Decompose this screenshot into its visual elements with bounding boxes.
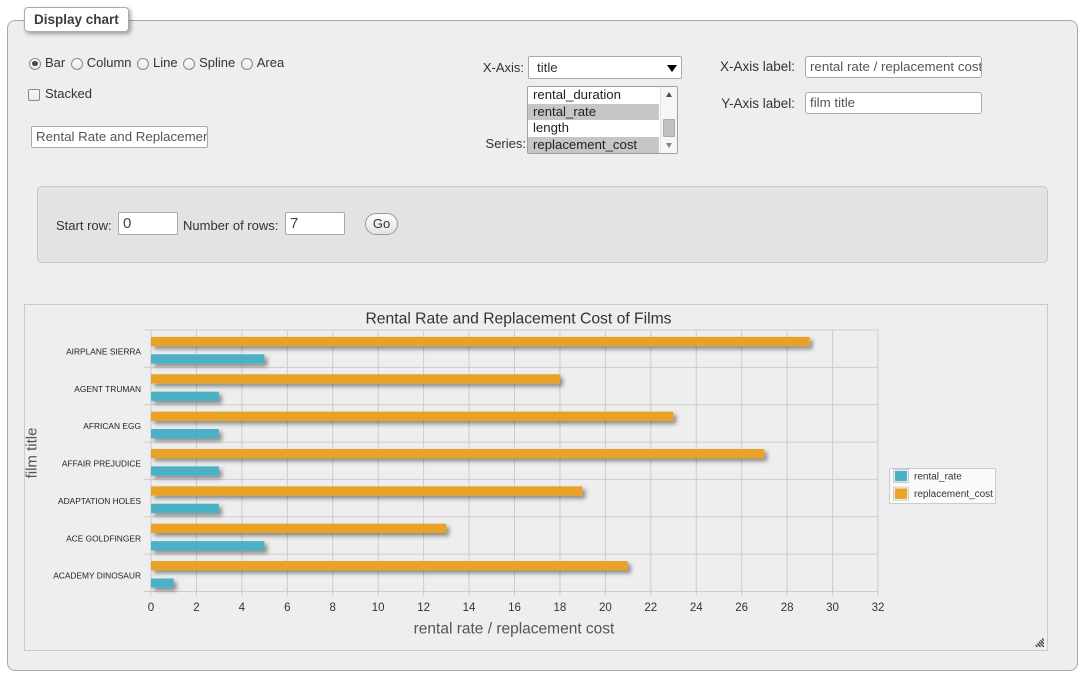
svg-text:10: 10 <box>372 602 385 614</box>
svg-text:AIRPLANE SIERRA: AIRPLANE SIERRA <box>66 347 141 357</box>
svg-text:22: 22 <box>644 602 657 614</box>
svg-text:film title: film title <box>25 428 41 479</box>
svg-text:Rental Rate and Replacement Co: Rental Rate and Replacement Cost of Film… <box>365 311 671 328</box>
svg-text:16: 16 <box>508 602 521 614</box>
svg-text:20: 20 <box>599 602 612 614</box>
svg-text:AFRICAN EGG: AFRICAN EGG <box>83 421 141 431</box>
svg-text:ADAPTATION HOLES: ADAPTATION HOLES <box>58 496 141 506</box>
svg-text:AFFAIR PREJUDICE: AFFAIR PREJUDICE <box>62 459 142 469</box>
svg-text:24: 24 <box>690 602 703 614</box>
svg-text:14: 14 <box>463 602 476 614</box>
svg-text:18: 18 <box>554 602 567 614</box>
svg-text:rental_rate: rental_rate <box>914 472 962 483</box>
svg-text:ACADEMY DINOSAUR: ACADEMY DINOSAUR <box>53 571 141 581</box>
svg-text:6: 6 <box>284 602 290 614</box>
svg-text:4: 4 <box>239 602 246 614</box>
svg-text:30: 30 <box>826 602 839 614</box>
svg-text:28: 28 <box>781 602 794 614</box>
svg-text:12: 12 <box>417 602 430 614</box>
svg-text:AGENT TRUMAN: AGENT TRUMAN <box>74 384 141 394</box>
svg-text:ACE GOLDFINGER: ACE GOLDFINGER <box>66 533 141 543</box>
svg-text:8: 8 <box>330 602 336 614</box>
svg-text:rental rate / replacement cost: rental rate / replacement cost <box>414 621 615 638</box>
svg-text:26: 26 <box>735 602 748 614</box>
svg-text:replacement_cost: replacement_cost <box>914 489 993 500</box>
svg-text:32: 32 <box>872 602 885 614</box>
svg-text:2: 2 <box>193 602 199 614</box>
svg-text:0: 0 <box>148 602 154 614</box>
